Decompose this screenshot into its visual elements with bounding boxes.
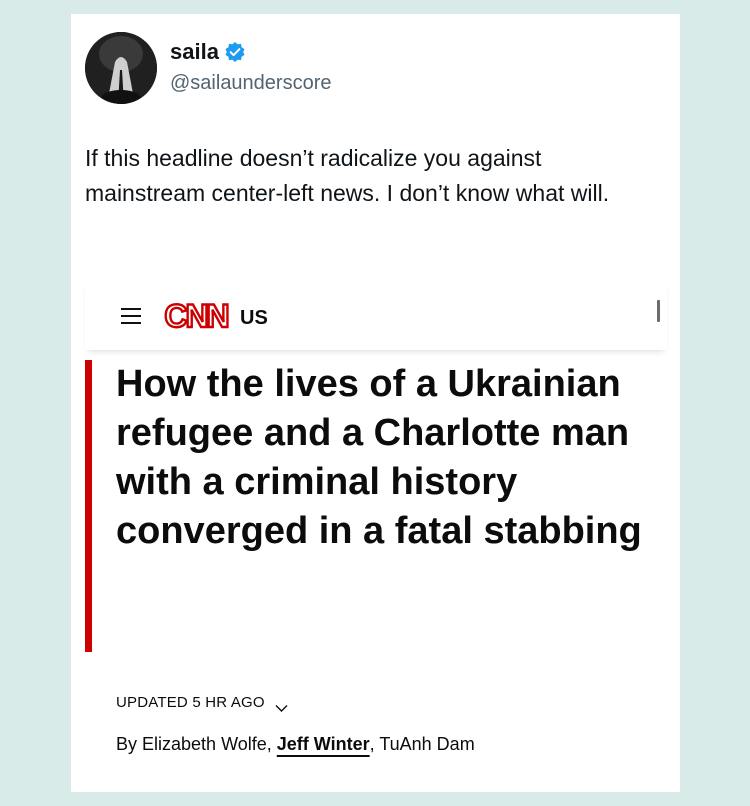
updated-label: UPDATED 5 HR AGO	[116, 694, 265, 711]
tweet-text: If this headline doesn’t radicalize you …	[85, 145, 610, 206]
byline-prefix: By	[116, 734, 143, 754]
scrollbar[interactable]	[657, 300, 660, 322]
verified-badge-icon	[224, 41, 246, 63]
edition-label[interactable]: US	[240, 306, 268, 330]
updated-timestamp[interactable]: UPDATED 5 HR AGO	[116, 693, 288, 713]
cnn-header: CNN US	[85, 280, 667, 350]
avatar[interactable]	[85, 32, 157, 104]
chevron-down-icon[interactable]	[275, 699, 288, 712]
byline-separator: ,	[266, 734, 277, 754]
cnn-logo-text: CNN	[164, 298, 227, 334]
user-name-row[interactable]: saila	[170, 38, 246, 66]
user-name[interactable]: saila	[170, 38, 219, 66]
cnn-logo[interactable]: CNN	[160, 297, 232, 335]
menu-icon[interactable]	[121, 308, 141, 324]
byline: By Elizabeth Wolfe, Jeff Winter, TuAnh D…	[116, 732, 475, 756]
author-link[interactable]: Elizabeth Wolfe	[142, 734, 267, 754]
user-handle[interactable]: @sailaunderscore	[170, 70, 332, 96]
author-link[interactable]: TuAnh Dam	[379, 734, 474, 754]
tweet-card: saila @sailaunderscore If this headline …	[71, 14, 680, 792]
author-link[interactable]: Jeff Winter	[277, 734, 370, 754]
article-headline: How the lives of a Ukrainian refugee and…	[116, 363, 642, 552]
article-screenshot[interactable]: CNN US How the lives of a Ukrainian refu…	[85, 280, 667, 780]
headline-accent-bar	[85, 360, 92, 652]
byline-separator: ,	[369, 734, 380, 754]
